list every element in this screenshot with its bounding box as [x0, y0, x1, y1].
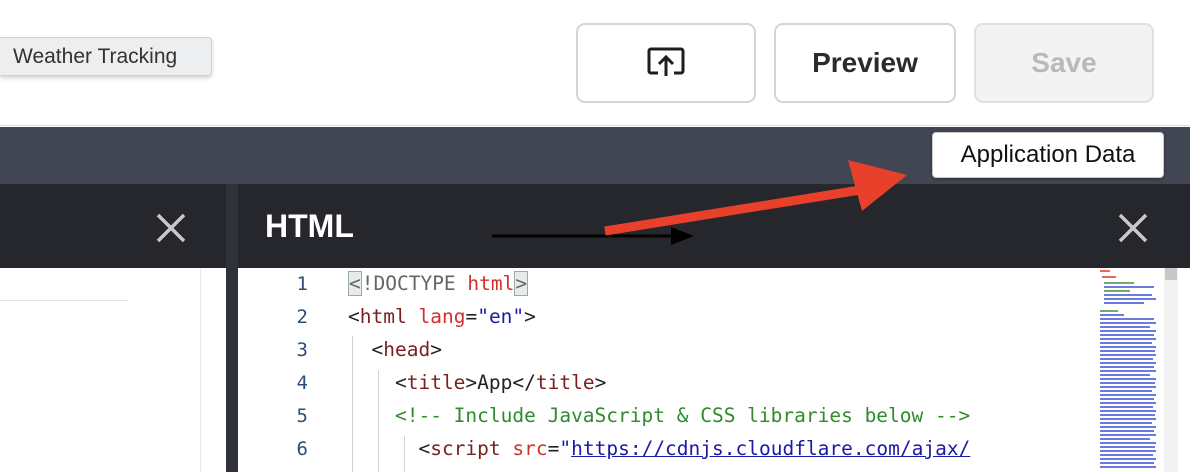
close-icon[interactable]: [1116, 211, 1150, 245]
code-line[interactable]: <title>App</title>: [348, 371, 606, 394]
html-panel-header: [238, 184, 1190, 268]
line-number: 2: [296, 306, 308, 328]
left-panel-header: [0, 184, 226, 268]
editor-scroll-thumb[interactable]: [1165, 268, 1177, 280]
left-panel-divider: [0, 300, 128, 301]
code-line[interactable]: <!-- Include JavaScript & CSS libraries …: [348, 404, 970, 427]
left-panel-body: [0, 268, 226, 472]
share-button[interactable]: [576, 23, 756, 103]
code-line[interactable]: <head>: [348, 338, 441, 361]
line-number: 5: [296, 405, 308, 427]
editor-scrollbar[interactable]: [1164, 268, 1178, 472]
line-number: 4: [296, 372, 308, 394]
code-minimap[interactable]: [1098, 268, 1160, 472]
preview-button[interactable]: Preview: [774, 23, 956, 103]
line-number: 1: [296, 273, 308, 295]
left-panel-vertical-divider: [200, 268, 201, 472]
app-name-tag[interactable]: Weather Tracking: [0, 37, 212, 76]
code-line[interactable]: <script src="https://cdnjs.cloudflare.co…: [348, 437, 970, 460]
line-number: 3: [296, 339, 308, 361]
panel-resize-handle[interactable]: [226, 184, 238, 472]
code-line[interactable]: <html lang="en">: [348, 305, 536, 328]
line-number: 6: [296, 438, 308, 460]
html-panel-title: HTML: [265, 208, 354, 244]
application-data-button[interactable]: Application Data: [932, 132, 1164, 178]
code-line[interactable]: <!DOCTYPE html>: [348, 271, 529, 296]
save-button[interactable]: Save: [974, 23, 1154, 103]
close-icon[interactable]: [154, 211, 188, 245]
share-upload-icon: [647, 47, 685, 76]
